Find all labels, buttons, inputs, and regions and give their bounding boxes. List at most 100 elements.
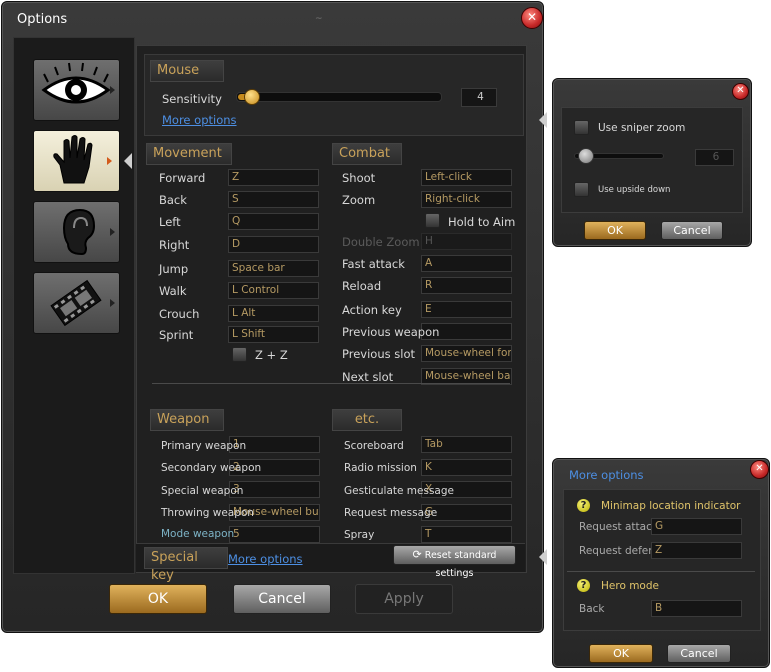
ear-icon: [62, 208, 115, 256]
use-sniper-zoom-checkbox[interactable]: [574, 120, 589, 135]
hold-to-aim-label: Hold to Aim: [448, 215, 516, 229]
weapon-section-title: Weapon: [150, 409, 224, 431]
throwing-weapon-label: Throwing weapon: [161, 507, 254, 519]
mode-weapon-label: Mode weapon: [161, 528, 235, 540]
sensitivity-value[interactable]: 4: [461, 88, 497, 107]
special-key-title: Special key: [144, 547, 228, 583]
apply-button: Apply: [355, 584, 453, 614]
tab-graphics[interactable]: [33, 59, 120, 121]
film-icon: [50, 279, 115, 327]
movement-field-back[interactable]: S: [228, 191, 319, 208]
zoom-field[interactable]: Right-click: [421, 191, 512, 208]
more-popup-divider: [567, 571, 755, 572]
sensitivity-slider[interactable]: [236, 92, 442, 102]
sniper-popup-cancel-button[interactable]: Cancel: [661, 221, 723, 240]
secondary-weapon-label: Secondary weapon: [161, 462, 262, 474]
double-zoom-field: H: [421, 233, 512, 250]
zoom-label: Zoom: [342, 193, 376, 207]
minimap-help-icon: ?: [577, 499, 590, 512]
combat-section-title: Combat: [332, 143, 402, 165]
hero-mode-heading: Hero mode: [601, 580, 659, 592]
mode-weapon-field[interactable]: 5: [229, 526, 320, 543]
next-slot-label: Next slot: [342, 370, 394, 384]
special-weapon-label: Special weapon: [161, 485, 244, 497]
reload-field[interactable]: R: [421, 277, 512, 294]
movement-field-left[interactable]: Q: [228, 213, 319, 230]
request-defence-field[interactable]: Z: [651, 542, 742, 559]
movement-field-jump[interactable]: Space bar: [228, 260, 319, 277]
options-window: Options ~ ✕ Mouse Sensitivity 4 More opt…: [1, 1, 544, 633]
sensitivity-slider-knob[interactable]: [244, 89, 260, 105]
primary-weapon-label: Primary weapon: [161, 440, 247, 452]
tab-video[interactable]: [33, 272, 120, 334]
fast-attack-label: Fast attack: [342, 257, 405, 271]
window-title: Options: [17, 12, 68, 27]
tab-controls[interactable]: [33, 130, 120, 192]
shoot-label: Shoot: [342, 171, 376, 185]
hero-back-field[interactable]: B: [651, 600, 742, 617]
action-key-field[interactable]: E: [421, 301, 512, 318]
previous-slot-field[interactable]: Mouse-wheel forw: [421, 345, 512, 362]
more-popup-close-button[interactable]: ✕: [750, 460, 769, 479]
use-sniper-zoom-label: Use sniper zoom: [598, 122, 686, 134]
sniper-popup-pointer-icon: [539, 112, 547, 128]
radio-mission-label: Radio mission: [344, 462, 417, 474]
double-zoom-label: Double Zoom: [342, 235, 420, 249]
movement-field-forward[interactable]: Z: [228, 169, 319, 186]
sniper-zoom-value: 6: [695, 149, 734, 166]
mouse-section-title: Mouse: [150, 60, 224, 82]
etc-section-title: etc.: [332, 409, 402, 431]
more-popup-ok-button[interactable]: OK: [589, 644, 653, 663]
movement-label-jump: Jump: [159, 262, 189, 276]
zz-checkbox[interactable]: [232, 347, 247, 362]
close-button[interactable]: ✕: [521, 7, 543, 29]
hero-mode-help-icon: ?: [577, 579, 590, 592]
movement-label-walk: Walk: [159, 284, 187, 298]
gesticulate-label: Gesticulate message: [344, 485, 454, 497]
movement-label-sprint: Sprint: [159, 328, 194, 342]
movement-label-right: Right: [159, 238, 190, 252]
shoot-field[interactable]: Left-click: [421, 169, 512, 186]
more-popup-title: More options: [569, 468, 644, 482]
tab-sound[interactable]: [33, 201, 120, 263]
movement-field-crouch[interactable]: L Alt: [228, 305, 319, 322]
spray-label: Spray: [344, 529, 375, 541]
previous-slot-label: Previous slot: [342, 347, 415, 361]
ok-button[interactable]: OK: [109, 584, 207, 614]
movement-section-title: Movement: [146, 143, 232, 165]
spray-field[interactable]: T: [421, 526, 512, 543]
cancel-button[interactable]: Cancel: [233, 584, 331, 614]
more-popup-cancel-button[interactable]: Cancel: [667, 644, 731, 663]
radio-mission-field[interactable]: K: [421, 459, 512, 476]
use-upside-down-checkbox[interactable]: [574, 182, 589, 197]
hold-to-aim-checkbox[interactable]: [425, 213, 440, 228]
minimap-heading: Minimap location indicator: [601, 500, 741, 512]
reset-label: Reset standard settings: [424, 550, 497, 579]
sniper-popup-ok-button[interactable]: OK: [584, 221, 646, 240]
sniper-zoom-slider-knob[interactable]: [578, 148, 594, 164]
section-divider: [152, 383, 510, 384]
mouse-more-options-link[interactable]: More options: [162, 113, 237, 127]
more-options-popup: More options ✕ ? Minimap location indica…: [552, 458, 770, 668]
movement-label-crouch: Crouch: [159, 307, 200, 321]
zz-label: Z + Z: [255, 348, 288, 362]
request-attack-field[interactable]: G: [651, 518, 742, 535]
sniper-zoom-popup: ✕ Use sniper zoom 6 Use upside down OK C…: [552, 78, 752, 247]
reset-standard-settings-button[interactable]: ⟳ Reset standard settings: [393, 545, 516, 579]
movement-field-walk[interactable]: L Control: [228, 282, 319, 299]
sensitivity-label: Sensitivity: [162, 92, 222, 106]
title-grip-icon: ~: [315, 14, 323, 24]
scoreboard-label: Scoreboard: [344, 440, 404, 452]
special-key-more-options-link[interactable]: More options: [228, 552, 303, 566]
movement-field-sprint[interactable]: L Shift: [228, 326, 319, 343]
movement-label-forward: Forward: [159, 171, 206, 185]
active-tab-pointer-icon: [124, 153, 132, 169]
hand-icon: [53, 135, 112, 184]
request-attack-label: Request attack: [579, 521, 658, 533]
movement-field-right[interactable]: D: [228, 236, 319, 253]
more-popup-pointer-icon: [539, 549, 547, 565]
fast-attack-field[interactable]: A: [421, 255, 512, 272]
sniper-popup-close-button[interactable]: ✕: [732, 83, 749, 100]
scoreboard-field[interactable]: Tab: [421, 436, 512, 453]
reload-label: Reload: [342, 279, 382, 293]
